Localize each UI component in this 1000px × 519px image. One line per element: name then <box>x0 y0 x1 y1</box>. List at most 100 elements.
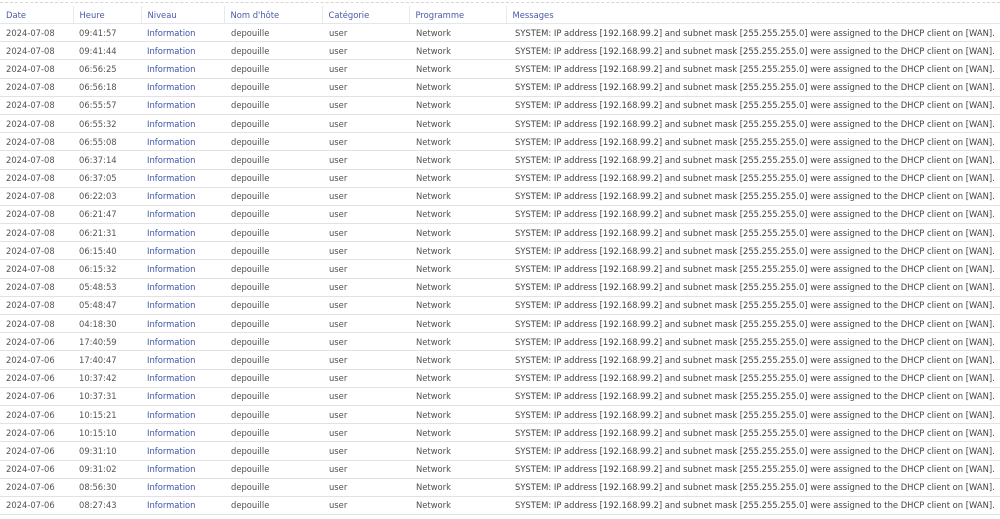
program-cell: Network <box>409 41 506 61</box>
date-cell: 2024-07-06 <box>0 369 73 388</box>
table-row[interactable]: 2024-07-06 17:40:47 Information depouille us… <box>0 350 1000 370</box>
hostname-cell: depouille <box>224 387 322 406</box>
category-cell: user <box>322 387 409 406</box>
time-cell: 09:41:44 <box>73 41 141 61</box>
message-cell: SYSTEM: IP address [192.168.99.2] and su… <box>506 150 1000 170</box>
column-header-program[interactable]: Programme <box>408 6 506 24</box>
message-cell: SYSTEM: IP address [192.168.99.2] and su… <box>506 132 1000 152</box>
level-cell: Information <box>141 460 224 479</box>
level-cell: Information <box>141 205 224 225</box>
date-cell: 2024-07-06 <box>0 423 73 443</box>
column-header-date[interactable]: Date <box>0 6 73 24</box>
table-row[interactable]: 2024-07-08 06:15:40 Information depouille us… <box>0 241 1000 261</box>
table-row[interactable]: 2024-07-08 06:37:05 Information depouille us… <box>0 169 1000 188</box>
date-cell: 2024-07-08 <box>0 187 73 206</box>
time-cell: 06:55:32 <box>73 114 141 134</box>
table-row[interactable]: 2024-07-06 09:31:02 Information depouille us… <box>0 460 1000 479</box>
program-cell: Network <box>409 59 506 79</box>
date-cell: 2024-07-08 <box>0 78 73 97</box>
category-cell: user <box>322 223 409 243</box>
hostname-cell: depouille <box>224 278 322 297</box>
date-cell: 2024-07-06 <box>0 441 73 461</box>
date-cell: 2024-07-06 <box>0 460 73 479</box>
column-header-category[interactable]: Catégorie <box>321 6 409 24</box>
level-cell: Information <box>141 41 224 61</box>
table-row[interactable]: 2024-07-08 06:55:32 Information depouille us… <box>0 114 1000 134</box>
program-cell: Network <box>409 460 506 479</box>
category-cell: user <box>322 296 409 316</box>
hostname-cell: depouille <box>224 241 322 261</box>
category-cell: user <box>322 169 409 188</box>
program-cell: Network <box>409 259 506 279</box>
date-cell: 2024-07-08 <box>0 169 73 188</box>
category-cell: user <box>322 132 409 152</box>
column-header-level[interactable]: Niveau <box>140 6 224 24</box>
program-cell: Network <box>409 441 506 461</box>
table-row[interactable]: 2024-07-08 09:41:57 Information depouille us… <box>0 23 1000 43</box>
hostname-cell: depouille <box>224 441 322 461</box>
program-cell: Network <box>409 278 506 297</box>
column-header-hostname[interactable]: Nom d'hôte <box>223 6 322 24</box>
program-cell: Network <box>409 478 506 497</box>
table-row[interactable]: 2024-07-08 06:21:31 Information depouille us… <box>0 223 1000 243</box>
program-cell: Network <box>409 96 506 115</box>
table-row[interactable]: 2024-07-08 05:48:53 Information depouille us… <box>0 278 1000 297</box>
message-cell: SYSTEM: IP address [192.168.99.2] and su… <box>506 223 1000 243</box>
table-row[interactable]: 2024-07-08 06:56:25 Information depouille us… <box>0 59 1000 79</box>
message-cell: SYSTEM: IP address [192.168.99.2] and su… <box>506 187 1000 206</box>
table-row[interactable]: 2024-07-08 06:21:47 Information depouille us… <box>0 205 1000 225</box>
time-cell: 06:15:32 <box>73 259 141 279</box>
program-cell: Network <box>409 23 506 43</box>
level-cell: Information <box>141 496 224 516</box>
hostname-cell: depouille <box>224 369 322 388</box>
table-row[interactable]: 2024-07-06 09:31:10 Information depouille us… <box>0 441 1000 461</box>
table-row[interactable]: 2024-07-08 06:56:18 Information depouille us… <box>0 78 1000 97</box>
hostname-cell: depouille <box>224 405 322 425</box>
date-cell: 2024-07-08 <box>0 41 73 61</box>
date-cell: 2024-07-08 <box>0 23 73 43</box>
table-row[interactable]: 2024-07-06 10:15:21 Information depouille us… <box>0 405 1000 425</box>
category-cell: user <box>322 441 409 461</box>
table-row[interactable]: 2024-07-08 06:55:57 Information depouille us… <box>0 96 1000 115</box>
date-cell: 2024-07-06 <box>0 332 73 352</box>
message-cell: SYSTEM: IP address [192.168.99.2] and su… <box>506 296 1000 316</box>
message-cell: SYSTEM: IP address [192.168.99.2] and su… <box>506 78 1000 97</box>
table-row[interactable]: 2024-07-08 04:18:30 Information depouille us… <box>0 314 1000 334</box>
hostname-cell: depouille <box>224 187 322 206</box>
level-cell: Information <box>141 169 224 188</box>
time-cell: 06:56:25 <box>73 59 141 79</box>
hostname-cell: depouille <box>224 205 322 225</box>
category-cell: user <box>322 41 409 61</box>
table-row[interactable]: 2024-07-06 10:15:10 Information depouille us… <box>0 423 1000 443</box>
table-row[interactable]: 2024-07-06 17:40:59 Information depouille us… <box>0 332 1000 352</box>
level-cell: Information <box>141 187 224 206</box>
date-cell: 2024-07-06 <box>0 405 73 425</box>
program-cell: Network <box>409 314 506 334</box>
message-cell: SYSTEM: IP address [192.168.99.2] and su… <box>506 332 1000 352</box>
program-cell: Network <box>409 332 506 352</box>
table-row[interactable]: 2024-07-08 06:15:32 Information depouille us… <box>0 259 1000 279</box>
time-cell: 06:37:14 <box>73 150 141 170</box>
hostname-cell: depouille <box>224 332 322 352</box>
level-cell: Information <box>141 96 224 115</box>
level-cell: Information <box>141 150 224 170</box>
date-cell: 2024-07-06 <box>0 478 73 497</box>
table-row[interactable]: 2024-07-08 06:37:14 Information depouille us… <box>0 150 1000 170</box>
table-row[interactable]: 2024-07-08 06:55:08 Information depouille us… <box>0 132 1000 152</box>
date-cell: 2024-07-08 <box>0 59 73 79</box>
table-row[interactable]: 2024-07-06 08:56:30 Information depouille us… <box>0 478 1000 497</box>
level-cell: Information <box>141 314 224 334</box>
level-cell: Information <box>141 296 224 316</box>
table-row[interactable]: 2024-07-08 06:22:03 Information depouille us… <box>0 187 1000 206</box>
program-cell: Network <box>409 241 506 261</box>
table-row[interactable]: 2024-07-06 08:27:43 Information depouille us… <box>0 496 1000 516</box>
category-cell: user <box>322 478 409 497</box>
table-row[interactable]: 2024-07-06 10:37:31 Information depouille us… <box>0 387 1000 406</box>
table-row[interactable]: 2024-07-08 09:41:44 Information depouille us… <box>0 41 1000 61</box>
table-row[interactable]: 2024-07-06 10:37:42 Information depouille us… <box>0 369 1000 388</box>
message-cell: SYSTEM: IP address [192.168.99.2] and su… <box>506 169 1000 188</box>
column-header-messages[interactable]: Messages <box>505 6 1000 24</box>
date-cell: 2024-07-08 <box>0 132 73 152</box>
column-header-time[interactable]: Heure <box>72 6 141 24</box>
table-row[interactable]: 2024-07-08 05:48:47 Information depouille us… <box>0 296 1000 316</box>
